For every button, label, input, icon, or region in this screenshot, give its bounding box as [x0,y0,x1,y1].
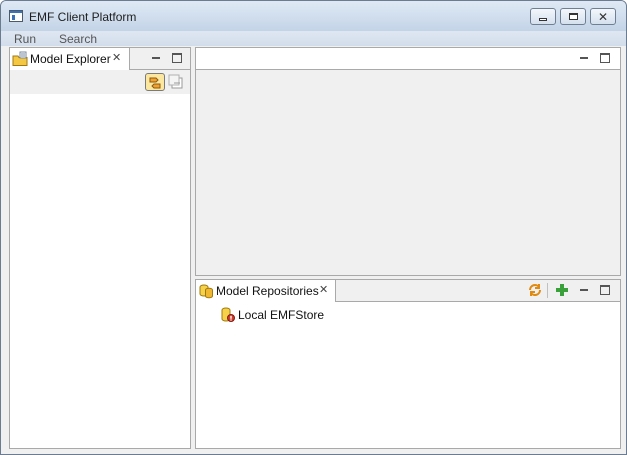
close-tab-icon[interactable]: ✕ [112,51,121,64]
tab-label: Model Repositories [216,284,319,298]
app-icon [9,10,23,22]
close-button[interactable]: ✕ [590,8,616,25]
tab-label: Model Explorer [30,52,111,66]
maximize-view-icon[interactable] [172,53,182,63]
menu-run[interactable]: Run [14,32,36,46]
minimize-icon [539,18,547,21]
model-explorer-tabbar: Model Explorer ✕ [10,48,190,70]
emfstore-server-icon [220,307,236,326]
tab-model-explorer[interactable]: Model Explorer ✕ [10,48,130,70]
toolbar-separator [547,283,548,298]
editor-area [195,47,621,276]
model-repositories-view: Model Repositories ✕ Local EMFStore [195,279,621,449]
menu-bar: Run Search [1,31,626,46]
workbench: Model Explorer ✕ Model Repositories ✕ Lo… [1,46,626,454]
minimize-view-icon[interactable] [152,54,160,59]
window-title: EMF Client Platform [29,10,137,24]
maximize-view-icon[interactable] [600,285,610,295]
link-with-editor-icon[interactable] [145,73,165,91]
title-bar[interactable]: EMF Client Platform ✕ [1,1,626,31]
collapse-all-icon[interactable] [168,74,184,90]
close-tab-icon[interactable]: ✕ [319,283,328,296]
minimize-editor-icon[interactable] [580,54,588,59]
add-repository-icon[interactable] [555,283,569,297]
maximize-button[interactable] [560,8,586,25]
tab-model-repositories[interactable]: Model Repositories ✕ [196,280,336,302]
minimize-view-icon[interactable] [580,286,588,291]
model-explorer-toolbar [10,70,190,94]
tree-item-label: Local EMFStore [238,308,325,322]
close-icon: ✕ [598,10,609,24]
model-repositories-tabbar: Model Repositories ✕ [196,280,620,302]
minimize-button[interactable] [530,8,556,25]
restore-icon [569,13,578,20]
app-window: EMF Client Platform ✕ Run Search Model E… [0,0,627,455]
model-explorer-view: Model Explorer ✕ [9,47,191,449]
editor-tabbar [196,48,620,70]
menu-search[interactable]: Search [59,32,97,46]
model-explorer-icon [12,51,28,70]
refresh-icon[interactable] [527,282,543,298]
repositories-icon [198,283,214,302]
maximize-editor-icon[interactable] [600,53,610,63]
